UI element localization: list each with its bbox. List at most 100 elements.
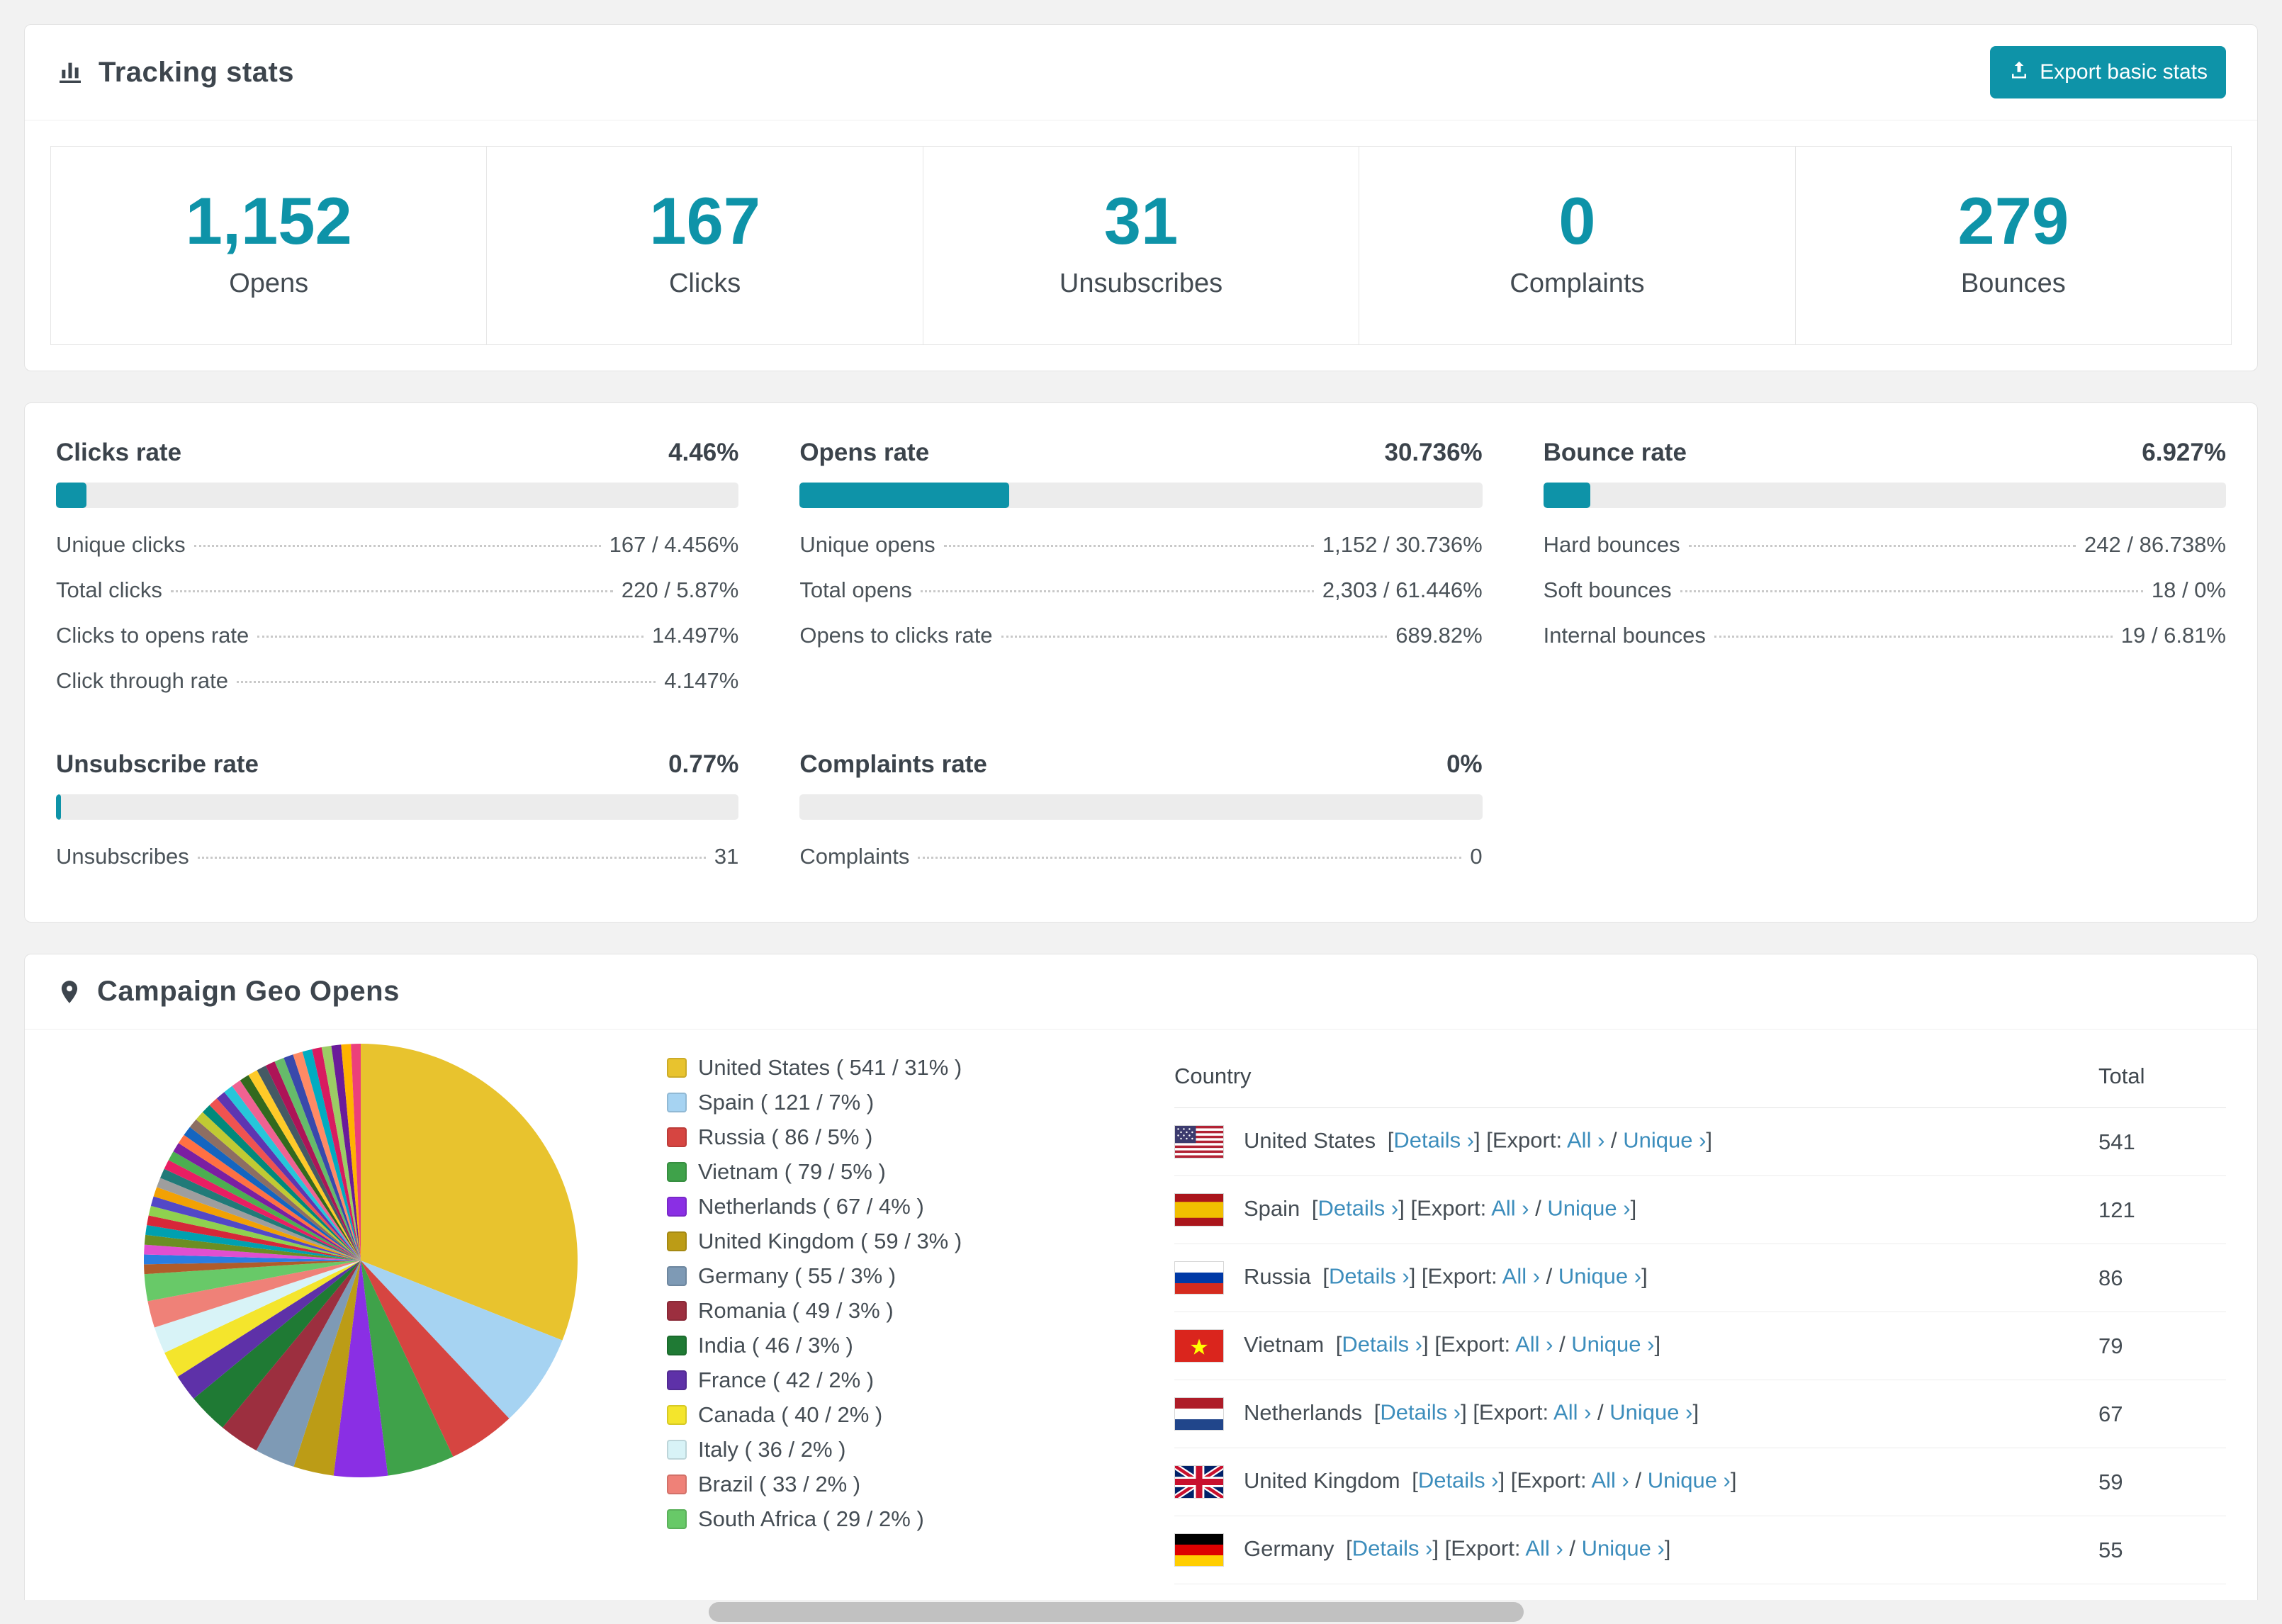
rate-title: Unsubscribe rate: [56, 750, 259, 778]
export-all-link[interactable]: All ›: [1502, 1264, 1540, 1289]
rate-value: 6.927%: [2142, 439, 2226, 466]
rate-block-opens-rate: Opens rate 30.736% Unique opens 1,152 / 30.…: [799, 439, 1483, 704]
link-separator: /: [1540, 1263, 1558, 1289]
rate-progress-bar: [799, 794, 1483, 820]
details-link[interactable]: Details ›: [1329, 1264, 1410, 1289]
geo-table: Country Total United States [Details ›] …: [1174, 1030, 2226, 1584]
rate-row-label: Soft bounces: [1543, 577, 1672, 602]
legend-label: Germany ( 55 / 3% ): [698, 1263, 896, 1288]
rate-row-value: 19 / 6.81%: [2120, 623, 2226, 648]
horizontal-scrollbar-thumb[interactable]: [709, 1602, 1524, 1622]
country-name: Spain: [1244, 1195, 1300, 1221]
geo-content: United States ( 541 / 31% ) Spain ( 121 /…: [25, 1030, 2257, 1613]
country-name: Germany: [1244, 1535, 1334, 1561]
export-all-link[interactable]: All ›: [1591, 1468, 1629, 1493]
rate-progress-bar: [1543, 483, 2226, 508]
link-separator: [: [1339, 1535, 1352, 1561]
campaign-overview-page: Tracking stats Export basic stats 1,152 O…: [0, 0, 2282, 1624]
rate-row-value: 220 / 5.87%: [621, 577, 739, 602]
geo-table-row-spain: Spain [Details ›] [Export: All › / Uniqu…: [1174, 1175, 2226, 1244]
export-unique-link[interactable]: Unique ›: [1648, 1468, 1731, 1493]
rates-grid: Clicks rate 4.46% Unique clicks 167 / 4.456…: [56, 439, 2226, 879]
legend-item-italy: Italy ( 36 / 2% ): [667, 1437, 1000, 1462]
country-cell: Germany [Details ›] [Export: All › / Uni…: [1174, 1516, 2098, 1584]
legend-swatch: [667, 1474, 687, 1494]
link-separator: [: [1330, 1331, 1342, 1357]
legend-swatch: [667, 1440, 687, 1460]
details-link[interactable]: Details ›: [1342, 1332, 1422, 1357]
link-separator: ] [Export:: [1461, 1399, 1554, 1425]
link-separator: ]: [1730, 1467, 1737, 1493]
rate-value: 0.77%: [668, 750, 739, 778]
stat-label: Bounces: [1960, 269, 2066, 298]
details-link[interactable]: Details ›: [1380, 1400, 1461, 1425]
export-unique-link[interactable]: Unique ›: [1547, 1196, 1630, 1221]
export-unique-link[interactable]: Unique ›: [1609, 1400, 1692, 1425]
legend-swatch: [667, 1093, 687, 1112]
tracking-stats-title-text: Tracking stats: [99, 56, 295, 88]
flag-de-icon: [1174, 1533, 1224, 1567]
legend-swatch: [667, 1231, 687, 1251]
rate-row-total-clicks: Total clicks 220 / 5.87%: [56, 568, 738, 613]
horizontal-scrollbar-track[interactable]: [0, 1600, 2282, 1624]
link-separator: [: [1316, 1263, 1329, 1289]
rate-title: Bounce rate: [1543, 439, 1687, 466]
link-separator: [: [1368, 1399, 1381, 1425]
dotted-leader: [1680, 590, 2143, 592]
country-total: 55: [2098, 1516, 2226, 1584]
stat-label: Opens: [229, 269, 309, 298]
export-basic-stats-button[interactable]: Export basic stats: [1990, 46, 2226, 98]
export-all-link[interactable]: All ›: [1567, 1128, 1604, 1153]
rate-value: 30.736%: [1384, 439, 1483, 466]
legend-swatch: [667, 1336, 687, 1355]
dotted-leader: [1001, 636, 1388, 638]
rate-row-value: 167 / 4.456%: [609, 532, 739, 557]
country-cell: United States [Details ›] [Export: All ›…: [1174, 1107, 2098, 1176]
rate-row-value: 18 / 0%: [2151, 577, 2226, 602]
legend-item-canada: Canada ( 40 / 2% ): [667, 1402, 1000, 1428]
details-link[interactable]: Details ›: [1318, 1196, 1399, 1221]
link-separator: ]: [1664, 1535, 1671, 1561]
rate-row-label: Unique clicks: [56, 532, 186, 557]
rate-block-clicks-rate: Clicks rate 4.46% Unique clicks 167 / 4.456…: [56, 439, 739, 704]
export-all-link[interactable]: All ›: [1525, 1536, 1563, 1561]
legend-label: India ( 46 / 3% ): [698, 1333, 853, 1358]
geo-opens-header: Campaign Geo Opens: [25, 954, 2257, 1030]
link-separator: /: [1563, 1535, 1582, 1561]
dotted-leader: [193, 545, 601, 547]
country-cell: Spain [Details ›] [Export: All › / Uniqu…: [1174, 1175, 2098, 1244]
rate-row-value: 31: [714, 844, 739, 869]
legend-swatch: [667, 1162, 687, 1182]
link-separator: [: [1305, 1195, 1318, 1221]
rate-title: Clicks rate: [56, 439, 182, 466]
export-unique-link[interactable]: Unique ›: [1623, 1128, 1706, 1153]
details-link[interactable]: Details ›: [1418, 1468, 1499, 1493]
legend-label: Brazil ( 33 / 2% ): [698, 1472, 861, 1496]
rate-block-unsubscribe-rate: Unsubscribe rate 0.77% Unsubscribes 31: [56, 750, 739, 879]
legend-label: Canada ( 40 / 2% ): [698, 1402, 883, 1427]
legend-label: Russia ( 86 / 5% ): [698, 1124, 873, 1149]
rate-row-soft-bounces: Soft bounces 18 / 0%: [1544, 568, 2226, 613]
stat-bounces: 279 Bounces: [1794, 147, 2231, 344]
export-icon: [2008, 59, 2030, 86]
stats-summary-row: 1,152 Opens 167 Clicks 31 Unsubscribes 0 Compla…: [50, 146, 2232, 345]
legend-label: Netherlands ( 67 / 4% ): [698, 1194, 924, 1219]
export-unique-link[interactable]: Unique ›: [1558, 1264, 1641, 1289]
export-all-link[interactable]: All ›: [1553, 1400, 1591, 1425]
rate-title: Complaints rate: [799, 750, 987, 778]
geo-table-header-country: Country: [1174, 1030, 2098, 1108]
details-link[interactable]: Details ›: [1352, 1536, 1433, 1561]
link-separator: ] [Export:: [1432, 1535, 1526, 1561]
stat-value: 279: [1957, 184, 2069, 258]
rate-row-opens-to-clicks-rate: Opens to clicks rate 689.82%: [799, 613, 1482, 658]
export-unique-link[interactable]: Unique ›: [1582, 1536, 1665, 1561]
tracking-stats-card: Tracking stats Export basic stats 1,152 O…: [24, 24, 2258, 371]
export-all-link[interactable]: All ›: [1515, 1332, 1553, 1357]
export-all-link[interactable]: All ›: [1491, 1196, 1529, 1221]
details-link[interactable]: Details ›: [1393, 1128, 1474, 1153]
rate-row-label: Unsubscribes: [56, 844, 189, 869]
dotted-leader: [1688, 545, 2076, 547]
tracking-stats-header: Tracking stats Export basic stats: [25, 25, 2257, 120]
export-unique-link[interactable]: Unique ›: [1571, 1332, 1654, 1357]
dotted-leader: [943, 545, 1314, 547]
